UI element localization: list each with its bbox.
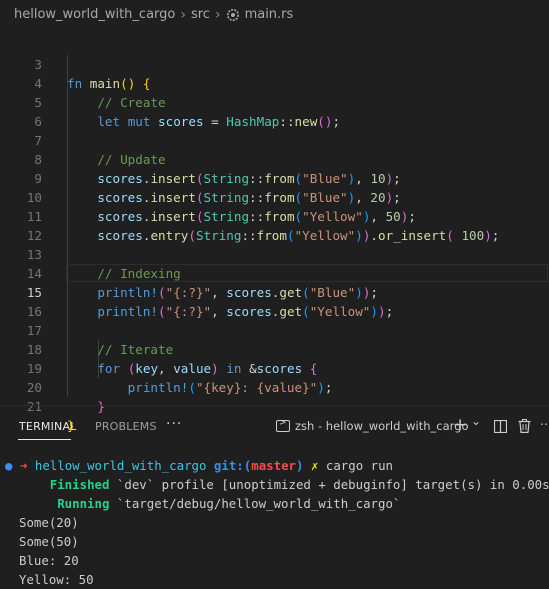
code-line: 21 }: [0, 378, 549, 433]
code-line: 14 println!("{:?}", scores.get("Blue"));: [0, 245, 549, 300]
code-line: 13 // Indexing: [0, 226, 549, 281]
terminal-line: Finished `dev` profile [unoptimized + de…: [49, 477, 549, 492]
code-line: 10 scores.insert(String::from("Yellow"),…: [0, 169, 549, 224]
breadcrumb-subfolder[interactable]: src: [191, 7, 210, 22]
code-line: 17 // Iterate: [0, 302, 549, 357]
new-terminal-icon[interactable]: +: [453, 415, 467, 435]
terminal-icon: [276, 418, 290, 432]
terminal-output[interactable]: ● ➜ hellow_world_with_cargo git:(master)…: [0, 450, 549, 587]
more-actions-icon[interactable]: ⋯: [540, 417, 549, 431]
terminal-line: Some(50): [19, 534, 79, 549]
terminal-line: Running `target/debug/hellow_world_with_…: [57, 496, 401, 511]
prompt-arrow-icon: ➜: [19, 458, 28, 473]
code-line: 18 for (key, value) in &scores {: [0, 321, 549, 376]
chevron-down-icon[interactable]: ⌄: [471, 414, 481, 428]
code-line-current: 15 println!("{:?}", scores.get("Yellow")…: [0, 264, 549, 319]
terminal-selector[interactable]: zsh - hellow_world_with_cargo: [276, 418, 469, 433]
terminal-name: zsh - hellow_world_with_cargo: [295, 419, 469, 433]
breadcrumb-folder[interactable]: hellow_world_with_cargo: [14, 7, 175, 22]
breadcrumb-file[interactable]: main.rs: [245, 7, 294, 22]
tab-terminal[interactable]: TERMINAL: [19, 420, 77, 433]
terminal-line: Some(20): [19, 515, 79, 530]
terminal-line: Yellow: 50: [19, 572, 94, 587]
prompt-status-dot-icon: ●: [5, 458, 13, 473]
split-terminal-icon[interactable]: [493, 419, 508, 437]
rust-file-icon: [226, 8, 240, 22]
code-line: 8 scores.insert(String::from("Blue"), 10…: [0, 131, 549, 186]
chevron-right-icon: ›: [180, 6, 186, 23]
code-editor[interactable]: 3 fn main() { 4 // Create 5 let mut scor…: [0, 34, 549, 433]
breadcrumb: hellow_world_with_cargo › src › main.rs: [0, 0, 549, 29]
code-line: 6: [0, 93, 549, 129]
code-line: 9 scores.insert(String::from("Blue"), 20…: [0, 150, 549, 205]
more-actions-icon[interactable]: ···: [166, 416, 182, 432]
code-line: 11 scores.entry(String::from("Yellow")).…: [0, 188, 549, 243]
chevron-right-icon: ›: [214, 6, 221, 23]
panel-header: TERMINAL PROBLEMS ··· zsh - hellow_world…: [0, 412, 549, 442]
code-line: 5 let mut scores = HashMap::new();: [0, 74, 549, 129]
code-line: 20 }: [0, 359, 549, 414]
code-line: 16: [0, 283, 549, 319]
code-line: 7 // Update: [0, 112, 549, 167]
terminal-prompt-line: ● ➜ hellow_world_with_cargo git:(master)…: [5, 458, 394, 473]
panel-divider: [0, 405, 549, 406]
tab-problems[interactable]: PROBLEMS: [95, 420, 157, 433]
code-line: 19 println!("{key}: {value}");: [0, 340, 549, 395]
code-line: 4 // Create: [0, 55, 549, 110]
trash-icon[interactable]: [518, 419, 531, 437]
dirty-mark-icon: ✗: [310, 458, 319, 473]
terminal-line: Blue: 20: [19, 553, 79, 568]
code-line: 3 fn main() {: [0, 36, 549, 91]
code-line: 12: [0, 207, 549, 243]
active-tab-indicator: [18, 439, 71, 440]
